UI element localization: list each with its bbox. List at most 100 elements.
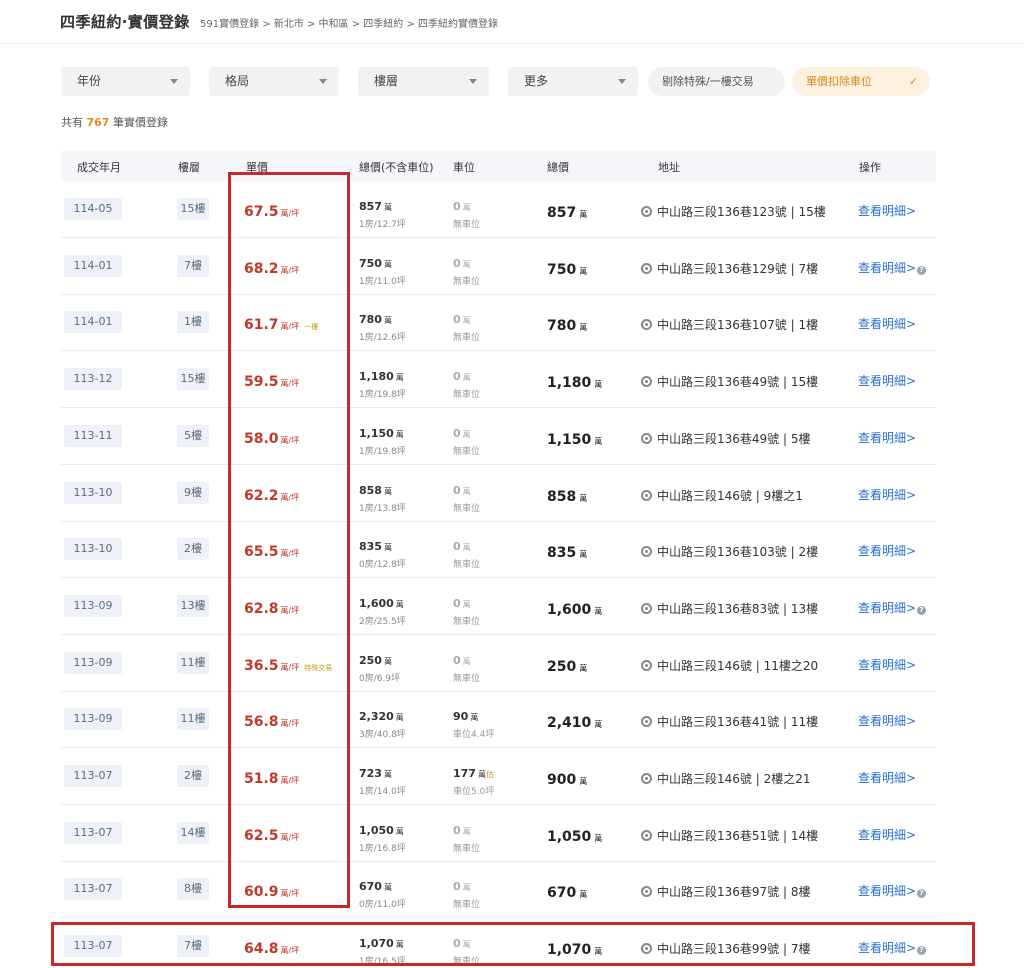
- table-row[interactable]: 113-09 13樓 62.8 萬/坪 1,600 萬 2房/25.5坪 0 萬無車位 1,600…: [61, 578, 936, 635]
- layout-size: 1房/19.8坪: [359, 390, 406, 401]
- more-filter[interactable]: 更多: [508, 67, 638, 96]
- table-row[interactable]: 114-05 15樓 67.5 萬/坪 857 萬 1房/12.7坪 0 萬無車位 857 萬中山路…: [61, 181, 936, 238]
- view-detail-link[interactable]: 查看明細>: [858, 656, 916, 673]
- address-text: 中山路三段136巷49號 | 15樓: [657, 375, 819, 390]
- view-detail-link[interactable]: 查看明細>?: [858, 882, 927, 899]
- view-detail-link[interactable]: 查看明細>?: [858, 939, 927, 956]
- view-detail-link[interactable]: 查看明細>: [858, 826, 916, 843]
- table-row[interactable]: 113-07 2樓 51.8 萬/坪 723 萬 1房/14.0坪 177 萬估 車位5.0坪 90…: [61, 748, 936, 805]
- address[interactable]: 中山路三段146號 | 11樓之20: [641, 657, 818, 674]
- table-row[interactable]: 113-07 14樓 62.5 萬/坪 1,050 萬 1房/16.8坪 0 萬無車位 1,050…: [61, 805, 936, 862]
- view-detail-link[interactable]: 查看明細>: [858, 486, 916, 503]
- view-detail-link[interactable]: 查看明細>: [858, 315, 916, 332]
- address[interactable]: 中山路三段136巷49號 | 15樓: [641, 373, 818, 390]
- unit-price-value: 60.9: [244, 884, 279, 901]
- address[interactable]: 中山路三段136巷107號 | 1樓: [641, 316, 818, 333]
- parking-info: 車位5.0坪: [453, 787, 495, 797]
- caret-down-icon: [170, 79, 178, 84]
- estimate-tag: 估: [485, 770, 494, 779]
- view-detail-label: 查看明細>: [858, 714, 917, 729]
- view-detail-link[interactable]: 查看明細>?: [858, 259, 927, 276]
- layout-size: 0房/12.8坪: [359, 560, 406, 571]
- view-detail-link[interactable]: 查看明細>: [858, 429, 916, 446]
- wan-unit: 萬: [462, 373, 471, 383]
- location-pin-icon: [641, 546, 652, 558]
- help-icon[interactable]: ?: [917, 265, 927, 275]
- unit-price-unit: 萬/坪: [280, 435, 300, 445]
- view-detail-link[interactable]: 查看明細>?: [858, 599, 927, 616]
- table-row[interactable]: 113-10 9樓 62.2 萬/坪 858 萬 1房/13.8坪 0 萬無車位 858 萬中山路三…: [61, 465, 936, 522]
- view-detail-link[interactable]: 查看明細>: [858, 769, 916, 786]
- parking-info: 無車位: [453, 503, 481, 514]
- view-detail-link[interactable]: 查看明細>: [858, 202, 916, 219]
- floor-badge: 15樓: [177, 368, 209, 391]
- layout-filter[interactable]: 格局: [209, 67, 339, 96]
- view-detail-link[interactable]: 查看明細>: [858, 542, 916, 559]
- parking: 0 萬無車位: [453, 875, 480, 910]
- view-detail-label: 查看明細>: [858, 544, 917, 559]
- parking-value: 177: [453, 767, 476, 780]
- table-row[interactable]: 113-09 11樓 56.8 萬/坪 2,320 萬 3房/40.8坪 90 萬車位4.4坪 2…: [61, 691, 936, 749]
- address[interactable]: 中山路三段146號 | 2樓之21: [641, 770, 810, 787]
- address-text: 中山路三段136巷83號 | 13樓: [657, 601, 819, 616]
- unit-price: 61.7 萬/坪 一樓: [244, 314, 318, 333]
- total-ex-parking: 670 萬 0房/11.0坪: [359, 875, 406, 910]
- address[interactable]: 中山路三段136巷103號 | 2樓: [641, 543, 818, 560]
- table-row[interactable]: 113-10 2樓 65.5 萬/坪 835 萬 0房/12.8坪 0 萬無車位 835 萬中山路三…: [61, 521, 936, 579]
- address[interactable]: 中山路三段136巷123號 | 15樓: [641, 203, 826, 220]
- unit-price-value: 61.7: [244, 317, 279, 334]
- address[interactable]: 中山路三段136巷97號 | 8樓: [641, 883, 810, 900]
- year-filter-label: 年份: [77, 74, 102, 88]
- help-icon[interactable]: ?: [917, 605, 927, 615]
- table-row[interactable]: 114-01 7樓 68.2 萬/坪 750 萬 1房/11.0坪 0 萬無車位 750 萬中山路三…: [61, 238, 936, 295]
- wan-unit: 萬: [462, 259, 471, 269]
- address[interactable]: 中山路三段146號 | 9樓之1: [641, 487, 803, 504]
- table-row[interactable]: 114-01 1樓 61.7 萬/坪 一樓 780 萬 1房/12.6坪 0 萬無車位 780 萬中山…: [61, 294, 936, 352]
- view-detail-link[interactable]: 查看明細>: [858, 712, 916, 729]
- parking: 0 萬無車位: [453, 195, 480, 230]
- unit-price-value: 68.2: [244, 260, 279, 277]
- wan-unit: 萬: [462, 203, 471, 212]
- address[interactable]: 中山路三段136巷41號 | 11樓: [641, 713, 818, 730]
- parking-info: 無車位: [453, 276, 481, 287]
- location-pin-icon: [641, 432, 652, 444]
- unit-price: 60.9 萬/坪: [244, 881, 299, 900]
- floor-filter[interactable]: 樓層: [358, 67, 489, 96]
- floor-filter-label: 樓層: [374, 74, 399, 88]
- total-value: 1,150: [547, 431, 592, 448]
- table-row[interactable]: 113-11 5樓 58.0 萬/坪 1,150 萬 1房/19.8坪 0 萬無車位 1,150 萬…: [61, 408, 936, 465]
- year-filter[interactable]: 年份: [61, 67, 190, 96]
- parking-info: 無車位: [453, 957, 481, 968]
- wan-unit: 萬: [579, 323, 588, 333]
- exclude-parking-toggle[interactable]: 單價扣除車位 ✓: [792, 67, 930, 96]
- table-row[interactable]: 113-07 8樓 60.9 萬/坪 670 萬 0房/11.0坪 0 萬無車位 670 萬中山路三…: [61, 861, 936, 919]
- address-text: 中山路三段136巷123號 | 15樓: [657, 205, 826, 219]
- address[interactable]: 中山路三段136巷129號 | 7樓: [641, 260, 818, 277]
- view-detail-link[interactable]: 查看明細>: [858, 372, 916, 389]
- help-icon[interactable]: ?: [917, 889, 927, 899]
- date-badge: 113-10: [64, 538, 122, 561]
- unit-price-value: 64.8: [244, 941, 279, 958]
- table-row[interactable]: 113-12 15樓 59.5 萬/坪 1,180 萬 1房/19.8坪 0 萬無車位 1,180…: [61, 351, 936, 409]
- table-row[interactable]: 113-09 11樓 36.5 萬/坪 特殊交易 250 萬 0房/6.9坪 0 萬無車位 250 萬…: [61, 635, 936, 692]
- date-badge: 113-07: [64, 935, 122, 958]
- address[interactable]: 中山路三段136巷99號 | 7樓: [641, 940, 810, 957]
- parking: 0 萬無車位: [453, 932, 480, 967]
- address[interactable]: 中山路三段136巷49號 | 5樓: [641, 430, 810, 447]
- address[interactable]: 中山路三段136巷83號 | 13樓: [641, 600, 818, 617]
- parking-value: 0: [453, 823, 461, 837]
- address[interactable]: 中山路三段136巷51號 | 14樓: [641, 827, 818, 844]
- table-row[interactable]: 113-07 7樓 64.8 萬/坪 1,070 萬 1房/16.5坪 0 萬無車位 1,070 萬…: [61, 918, 936, 968]
- wan-unit: 萬: [594, 720, 603, 730]
- parking-value: 90: [453, 710, 469, 724]
- location-pin-icon: [641, 773, 652, 784]
- total-ex-value: 250: [359, 653, 382, 667]
- exclude-special-toggle[interactable]: 剔除特殊/一樓交易: [648, 67, 785, 96]
- layout-size: 1房/14.0坪: [359, 787, 406, 797]
- breadcrumb[interactable]: 591實價登錄 > 新北市 > 中和區 > 四季紐約 > 四季紐約實價登錄: [200, 15, 498, 30]
- floor-badge: 13樓: [177, 594, 209, 617]
- unit-price: 67.5 萬/坪: [244, 201, 299, 220]
- parking-info: 無車位: [453, 220, 481, 230]
- help-icon[interactable]: ?: [917, 946, 927, 956]
- parking: 90 萬車位4.4坪: [453, 705, 494, 740]
